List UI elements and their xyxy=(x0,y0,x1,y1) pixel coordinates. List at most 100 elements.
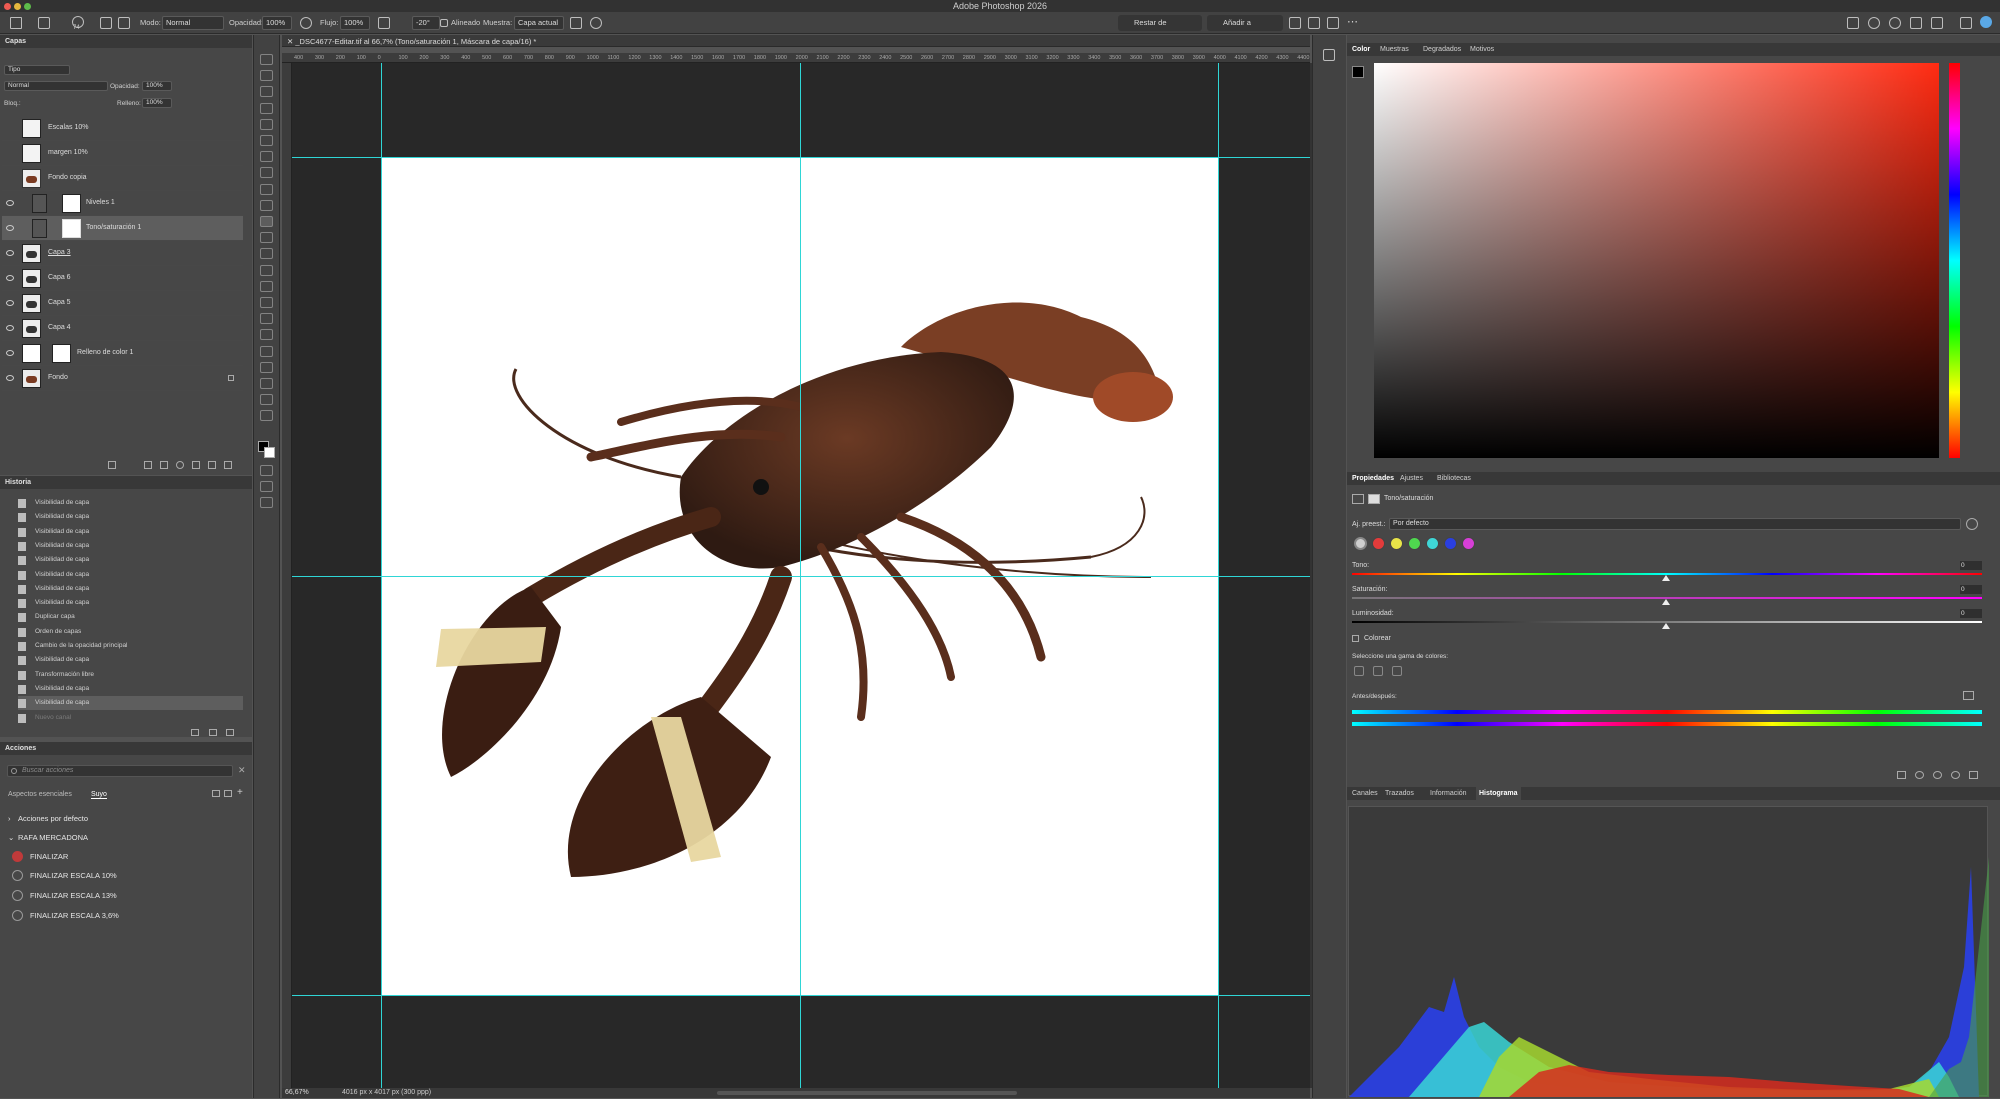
layer-row[interactable]: Fondo xyxy=(2,366,243,391)
actions-search-field[interactable]: Buscar acciones xyxy=(7,765,233,777)
lasso-tool-icon[interactable] xyxy=(260,102,273,114)
learn-icon[interactable] xyxy=(1910,17,1922,29)
brush-tool-icon[interactable] xyxy=(260,199,273,211)
layer-row[interactable]: Capa 6 xyxy=(2,266,243,291)
layer-row[interactable]: Niveles 1 xyxy=(2,191,243,216)
maximize-window-icon[interactable] xyxy=(24,3,31,10)
clone-stamp-icon[interactable] xyxy=(260,216,273,227)
eye-icon[interactable] xyxy=(1951,771,1960,779)
history-item[interactable]: Visibilidad de capa xyxy=(18,582,243,596)
action-icon[interactable] xyxy=(12,910,23,921)
comments-icon[interactable] xyxy=(1323,49,1335,61)
mask-option-2-icon[interactable] xyxy=(1308,17,1320,29)
user-avatar[interactable] xyxy=(1980,16,1992,28)
rectangle-tool-icon[interactable] xyxy=(260,361,273,373)
tab-histogram[interactable]: Histograma xyxy=(1476,787,1521,800)
spot-healing-icon[interactable] xyxy=(260,183,273,195)
fill-input[interactable]: 100% xyxy=(142,98,172,108)
pressure-opacity-icon[interactable] xyxy=(300,17,312,29)
new-layer-icon[interactable] xyxy=(208,461,216,469)
history-item[interactable]: Cambio de la opacidad principal xyxy=(18,639,243,653)
flow-input[interactable]: 100% xyxy=(340,16,370,30)
link-layers-icon[interactable] xyxy=(108,461,116,469)
clone-source-icon[interactable] xyxy=(118,17,130,29)
new-adjustment-icon[interactable] xyxy=(176,461,184,469)
blend-mode-select[interactable]: Normal xyxy=(4,81,108,91)
tab-adjustments[interactable]: Ajustes xyxy=(1400,472,1423,485)
layer-row[interactable]: Capa 4 xyxy=(2,316,243,341)
lightness-slider-thumb[interactable] xyxy=(1662,623,1670,629)
color-range-swatch[interactable] xyxy=(1444,537,1457,550)
angle-input[interactable]: -20° xyxy=(412,16,440,30)
visibility-eye-icon[interactable] xyxy=(6,350,14,356)
range-options-icon[interactable] xyxy=(1963,691,1974,700)
sample-select[interactable]: Capa actual xyxy=(514,16,564,30)
tab-gradients[interactable]: Degradados xyxy=(1423,43,1461,56)
move-tool-icon[interactable] xyxy=(260,54,273,65)
canvas-area[interactable] xyxy=(292,63,1318,1088)
guide-line[interactable] xyxy=(292,157,1310,158)
trash-icon[interactable] xyxy=(1969,771,1978,779)
history-item[interactable]: Nuevo canal xyxy=(18,711,243,725)
visibility-eye-icon[interactable] xyxy=(6,375,14,381)
history-item[interactable]: Visibilidad de capa xyxy=(18,553,243,567)
lightness-value[interactable]: 0 xyxy=(1960,609,1982,618)
eyedropper-subtract-icon[interactable] xyxy=(1392,666,1402,676)
saturation-slider-thumb[interactable] xyxy=(1662,599,1670,605)
eraser-tool-icon[interactable] xyxy=(260,248,273,260)
history-item[interactable]: Visibilidad de capa xyxy=(18,696,243,711)
search-icon[interactable] xyxy=(1889,17,1901,29)
visibility-eye-icon[interactable] xyxy=(6,225,14,231)
share-icon[interactable] xyxy=(1847,17,1859,29)
artboard-tool-icon[interactable] xyxy=(260,70,273,82)
tab-patterns[interactable]: Motivos xyxy=(1470,43,1494,56)
crop-tool-icon[interactable] xyxy=(260,135,273,146)
history-item[interactable]: Visibilidad de capa xyxy=(18,568,243,582)
gradient-tool-icon[interactable] xyxy=(260,264,273,276)
hue-value[interactable]: 0 xyxy=(1960,561,1982,570)
color-range-swatch[interactable] xyxy=(1408,537,1421,550)
eyedropper-tool-icon[interactable] xyxy=(260,167,273,179)
zoom-tool-icon[interactable] xyxy=(260,394,273,406)
eyedropper-icon[interactable] xyxy=(1354,666,1364,676)
tab-info[interactable]: Información xyxy=(1430,787,1467,800)
color-field-picker[interactable] xyxy=(1374,63,1939,458)
magic-wand-icon[interactable] xyxy=(260,118,273,130)
type-tool-icon[interactable] xyxy=(260,329,273,341)
layer-row[interactable]: Relleno de color 1 xyxy=(2,341,243,366)
document-tab[interactable]: ✕ _DSC4677-Editar.tif al 66,7% (Tono/sat… xyxy=(287,37,536,46)
camera-icon[interactable] xyxy=(209,729,217,736)
preset-select[interactable]: Por defecto xyxy=(1389,518,1961,530)
layer-row-selected[interactable]: Tono/saturación 1 xyxy=(2,216,243,241)
tab-actions[interactable]: Acciones xyxy=(5,742,36,755)
layer-row[interactable]: Capa 5 xyxy=(2,291,243,316)
clip-to-layer-icon[interactable] xyxy=(1897,771,1906,779)
snapshot-icon[interactable] xyxy=(191,729,199,736)
saturation-value[interactable]: 0 xyxy=(1960,585,1982,594)
trash-icon[interactable] xyxy=(224,461,232,469)
new-group-icon[interactable] xyxy=(192,461,200,469)
mask-option-3-icon[interactable] xyxy=(1327,17,1339,29)
layer-filter-select[interactable]: Tipo xyxy=(4,65,70,75)
clear-search-icon[interactable]: ✕ xyxy=(238,765,246,776)
history-item[interactable]: Visibilidad de capa xyxy=(18,525,243,539)
tab-color[interactable]: Color xyxy=(1352,43,1370,56)
zoom-level[interactable]: 66,67% xyxy=(285,1089,309,1096)
visibility-eye-icon[interactable] xyxy=(6,300,14,306)
tab-essentials[interactable]: Aspectos esenciales xyxy=(8,791,72,798)
home-icon[interactable] xyxy=(10,17,22,29)
horizontal-scrollbar[interactable] xyxy=(717,1091,1017,1095)
opacity-input[interactable]: 100% xyxy=(262,16,292,30)
color-range-swatch[interactable] xyxy=(1390,537,1403,550)
tab-swatches[interactable]: Muestras xyxy=(1380,43,1409,56)
screen-mode-icon[interactable] xyxy=(260,481,273,492)
path-selection-icon[interactable] xyxy=(260,345,273,357)
visibility-eye-icon[interactable] xyxy=(6,250,14,256)
tab-yours[interactable]: Suyo xyxy=(91,791,107,799)
history-item[interactable]: Visibilidad de capa xyxy=(18,510,243,524)
action-icon[interactable] xyxy=(12,870,23,881)
guide-line[interactable] xyxy=(292,995,1310,996)
document-info[interactable]: 4016 px x 4017 px (300 ppp) xyxy=(342,1089,431,1096)
history-item[interactable]: Visibilidad de capa xyxy=(18,596,243,610)
tab-layers[interactable]: Capas xyxy=(5,35,26,48)
